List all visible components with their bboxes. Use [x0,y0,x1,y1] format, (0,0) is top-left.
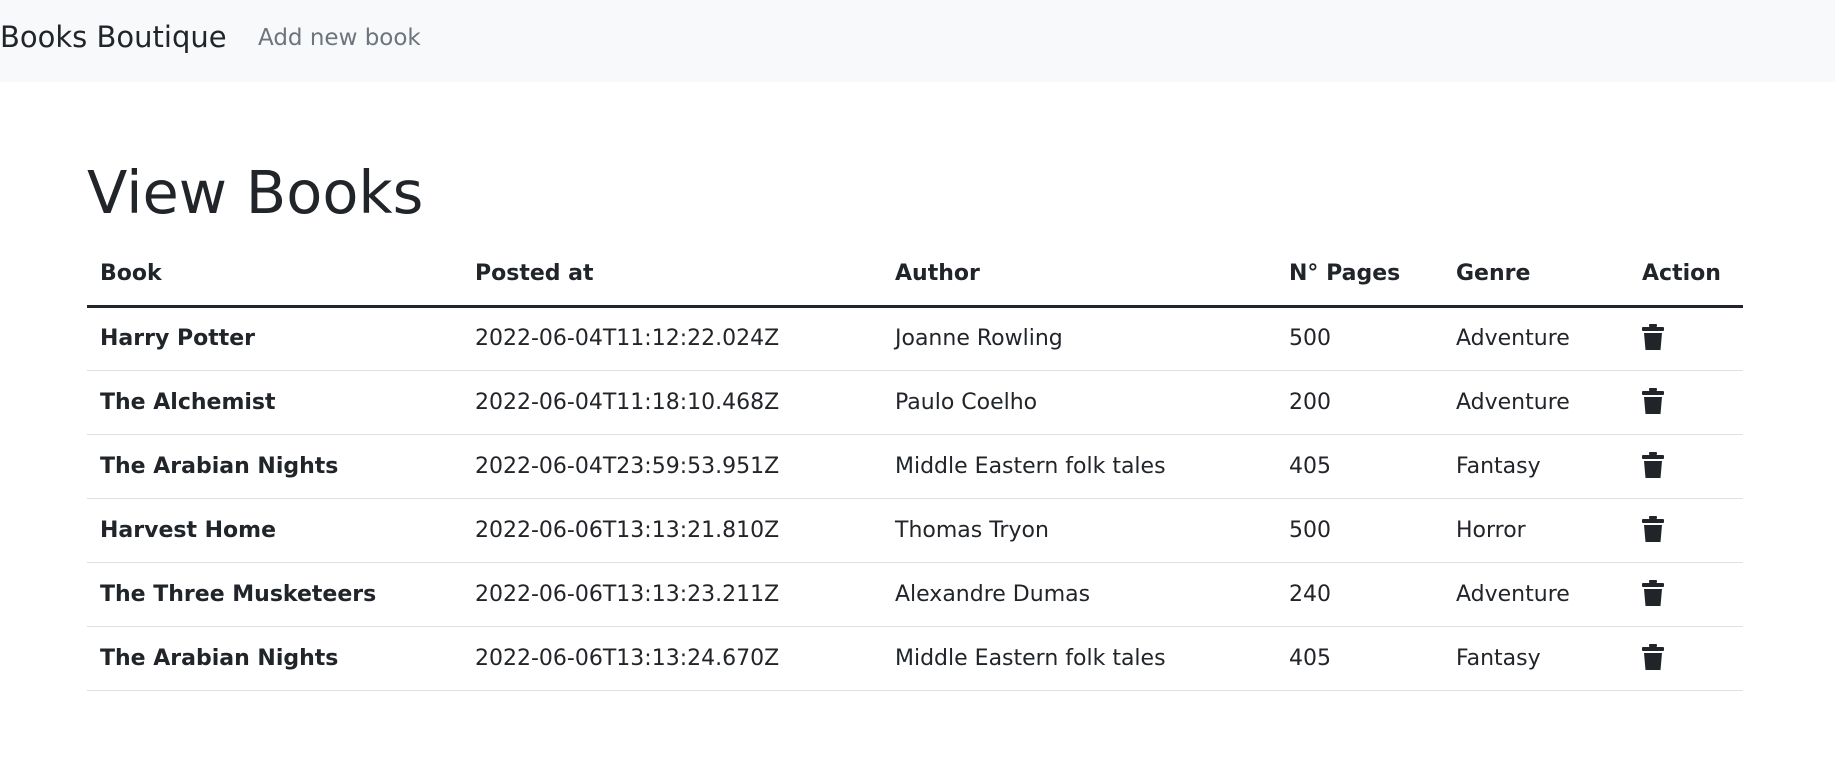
posted-at-cell: 2022-06-04T23:59:53.951Z [462,434,882,499]
action-cell [1629,562,1743,627]
genre-cell: Horror [1443,498,1629,563]
trash-icon[interactable] [1642,579,1664,606]
pages-cell: 500 [1276,498,1443,563]
trash-icon[interactable] [1642,324,1664,350]
pages-cell: 405 [1276,434,1443,499]
navbar: Books Boutique Add new book [0,0,1835,82]
posted-at-cell: 2022-06-04T11:12:22.024Z [462,306,882,371]
column-header-book: Book [87,242,462,308]
trash-icon[interactable] [1642,451,1664,478]
book-title-cell: The Arabian Nights [87,434,462,499]
trash-icon[interactable] [1642,515,1664,542]
posted-at-cell: 2022-06-06T13:13:23.211Z [462,562,882,627]
table-header: Book Posted at Author N° Pages Genre Act… [87,242,1743,308]
trash-icon[interactable] [1642,643,1664,670]
pages-cell: 200 [1276,370,1443,435]
book-title-cell: The Three Musketeers [87,562,462,627]
action-cell [1629,306,1743,371]
genre-cell: Adventure [1443,562,1629,627]
add-new-book-link[interactable]: Add new book [258,23,421,53]
genre-cell: Adventure [1443,306,1629,371]
action-cell [1629,370,1743,435]
column-header-author: Author [882,242,1276,308]
table-body: Harry Potter 2022-06-04T11:12:22.024Z Jo… [87,306,1743,691]
book-title-cell: Harvest Home [87,498,462,563]
genre-cell: Fantasy [1443,434,1629,499]
posted-at-cell: 2022-06-06T13:13:21.810Z [462,498,882,563]
book-title-cell: The Alchemist [87,370,462,435]
genre-cell: Fantasy [1443,626,1629,691]
pages-cell: 500 [1276,306,1443,371]
column-header-action: Action [1629,242,1743,308]
table-row: Harvest Home 2022-06-06T13:13:21.810Z Th… [87,498,1743,563]
book-title-cell: The Arabian Nights [87,626,462,691]
action-cell [1629,626,1743,691]
pages-cell: 240 [1276,562,1443,627]
author-cell: Thomas Tryon [882,498,1276,563]
column-header-genre: Genre [1443,242,1629,308]
trash-icon[interactable] [1642,387,1664,414]
posted-at-cell: 2022-06-04T11:18:10.468Z [462,370,882,435]
column-header-pages: N° Pages [1276,242,1443,308]
table-row: The Alchemist 2022-06-04T11:18:10.468Z P… [87,370,1743,435]
action-cell [1629,434,1743,499]
header-row: Book Posted at Author N° Pages Genre Act… [87,242,1743,308]
table-row: The Three Musketeers 2022-06-06T13:13:23… [87,562,1743,627]
posted-at-cell: 2022-06-06T13:13:24.670Z [462,626,882,691]
brand-link[interactable]: Books Boutique [0,18,227,56]
table-row: Harry Potter 2022-06-04T11:12:22.024Z Jo… [87,306,1743,371]
column-header-posted-at: Posted at [462,242,882,308]
pages-cell: 405 [1276,626,1443,691]
books-table: Book Posted at Author N° Pages Genre Act… [87,242,1743,691]
table-row: The Arabian Nights 2022-06-06T13:13:24.6… [87,626,1743,691]
genre-cell: Adventure [1443,370,1629,435]
author-cell: Alexandre Dumas [882,562,1276,627]
author-cell: Joanne Rowling [882,306,1276,371]
author-cell: Middle Eastern folk tales [882,626,1276,691]
book-title-cell: Harry Potter [87,306,462,371]
action-cell [1629,498,1743,563]
table-row: The Arabian Nights 2022-06-04T23:59:53.9… [87,434,1743,499]
author-cell: Middle Eastern folk tales [882,434,1276,499]
page-title: View Books [87,158,424,227]
author-cell: Paulo Coelho [882,370,1276,435]
